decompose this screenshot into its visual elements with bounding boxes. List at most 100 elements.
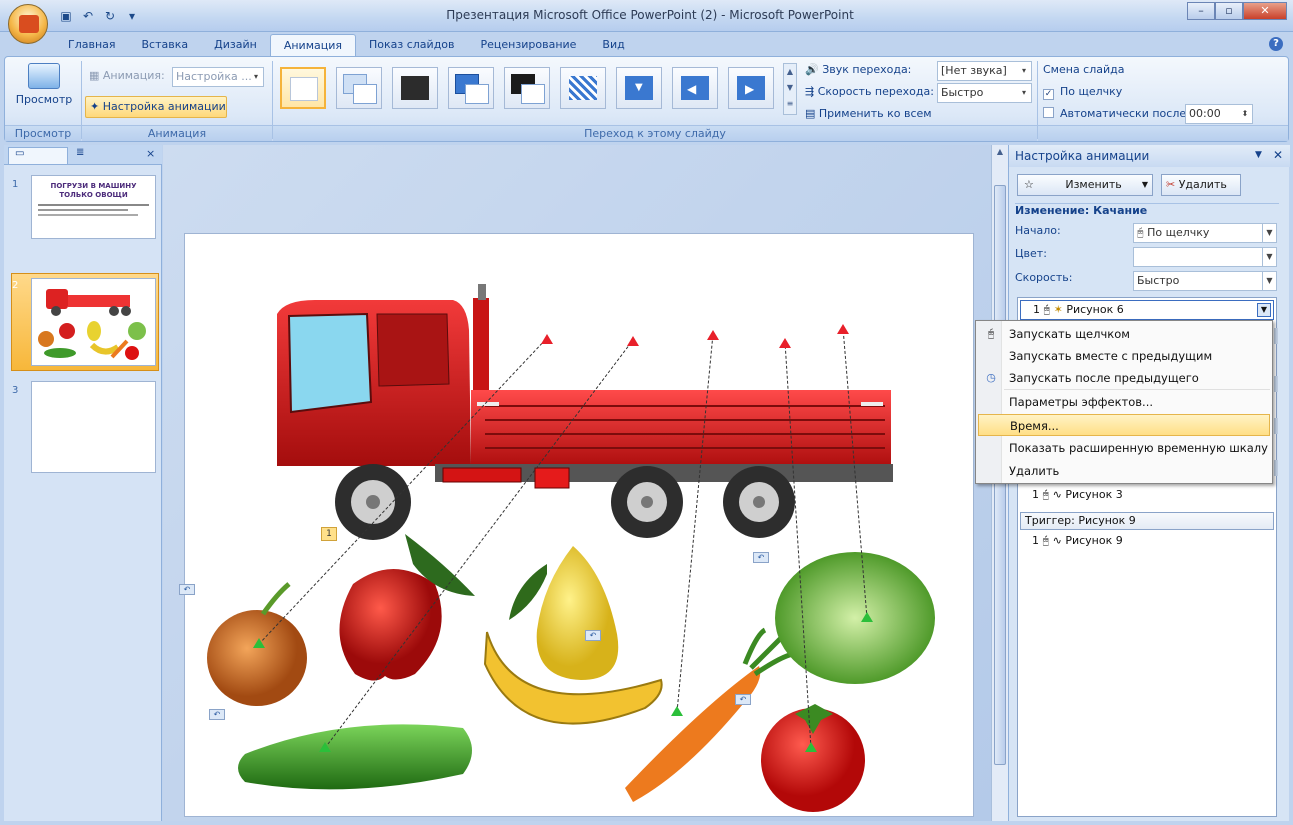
tab-4[interactable]: Показ слайдов — [356, 34, 468, 56]
custom-animation-button[interactable]: ✦ Настройка анимации — [85, 96, 227, 118]
chevron-down-icon: ▾ — [1021, 66, 1026, 75]
color-combo[interactable]: ▼ — [1133, 247, 1277, 267]
menu-item-label: Запускать после предыдущего — [1009, 371, 1199, 385]
menu-item[interactable]: Удалить — [978, 460, 1270, 482]
chevron-down-icon[interactable]: ▼ — [1257, 303, 1271, 317]
redo-icon[interactable]: ↻ — [102, 8, 118, 24]
task-pane-header: Настройка анимации — [1009, 145, 1290, 167]
trigger-icon[interactable]: ↶ — [585, 630, 601, 641]
delete-icon: ✂ — [1166, 178, 1179, 191]
menu-item-label: Параметры эффектов... — [1009, 395, 1154, 409]
trigger-icon[interactable]: ↶ — [179, 584, 195, 595]
trigger-icon[interactable]: ↶ — [209, 709, 225, 720]
advance-title: Смена слайда — [1043, 63, 1125, 76]
transition-fade-thumb[interactable] — [336, 67, 382, 109]
maximize-button[interactable]: ▫ — [1215, 2, 1243, 20]
transition-fade-black-thumb[interactable] — [392, 67, 438, 109]
close-button[interactable]: ✕ — [1243, 2, 1287, 20]
menu-item[interactable]: Показать расширенную временную шкалу — [978, 437, 1270, 459]
star-icon: ☆ — [1024, 178, 1038, 191]
path-end-markers — [541, 324, 849, 348]
apply-all-button[interactable]: ▤ Применить ко всем — [805, 107, 932, 120]
menu-item[interactable]: ◷ Запускать после предыдущего — [978, 367, 1270, 389]
menu-item[interactable]: Запускать вместе с предыдущим — [978, 345, 1270, 367]
transition-none-thumb[interactable] — [280, 67, 326, 109]
slide-number: 2 — [12, 280, 19, 291]
animation-list-item[interactable]: 1 🖰 ∿ Рисунок 9 — [1020, 532, 1274, 552]
on-click-checkbox[interactable]: ✓ По щелчку — [1043, 85, 1122, 100]
close-pane-icon[interactable]: ✕ — [1273, 148, 1283, 162]
slides-tab[interactable]: ▭ — [8, 147, 68, 164]
gallery-scroll[interactable]: ▲ ▼ ≡ — [783, 63, 797, 115]
tab-1[interactable]: Вставка — [129, 34, 202, 56]
trigger-icon[interactable]: ↶ — [753, 552, 769, 563]
color-label: Цвет: — [1015, 247, 1047, 260]
tab-5[interactable]: Рецензирование — [468, 34, 590, 56]
onion-image[interactable] — [207, 610, 307, 706]
truck-image[interactable] — [277, 284, 893, 540]
slide-thumbnail-2[interactable] — [31, 278, 156, 366]
outline-tab[interactable]: ≣ — [70, 147, 130, 164]
auto-advance-time[interactable]: 00:00 ⬍ — [1185, 104, 1253, 124]
pane-menu-icon[interactable]: ▼ — [1255, 150, 1262, 160]
quick-access-toolbar: ▣ ↶ ↻ ▾ — [58, 8, 140, 26]
slide-thumbnail-3[interactable] — [31, 381, 156, 473]
transition-wipe-left-thumb[interactable]: ◀ — [672, 67, 718, 109]
tab-0[interactable]: Главная — [55, 34, 129, 56]
transition-wipe-down-thumb[interactable]: ▼ — [616, 67, 662, 109]
trigger-icon[interactable]: ↶ — [735, 694, 751, 705]
chevron-down-icon: ▼ — [1141, 180, 1148, 189]
transition-wipe-right-thumb[interactable]: ▶ — [728, 67, 774, 109]
preview-button[interactable]: Просмотр — [13, 63, 75, 106]
tab-3[interactable]: Анимация — [269, 34, 356, 56]
menu-separator — [1004, 389, 1270, 390]
close-panel-icon[interactable]: × — [146, 147, 155, 160]
animation-icon: ▦ — [89, 69, 103, 82]
text-line — [38, 209, 128, 211]
trigger-header[interactable]: Триггер: Рисунок 9 — [1020, 512, 1274, 530]
start-combo[interactable]: 🖰 По щелчку ▼ — [1133, 223, 1277, 243]
motion-path-icon: ∿ — [1052, 488, 1066, 501]
sound-combo[interactable]: [Нет звука] ▾ — [937, 61, 1032, 81]
transition-dissolve-thumb[interactable] — [560, 67, 606, 109]
animation-combo[interactable]: Настройка ... ▾ — [172, 67, 264, 87]
animation-list-item[interactable]: 1 🖰 ✶ Рисунок 6 ▼ — [1020, 300, 1274, 320]
chevron-down-icon: ▼ — [1262, 272, 1276, 290]
hidden-row-edge — [1274, 460, 1278, 476]
apple-image[interactable] — [339, 569, 442, 681]
pear-image[interactable] — [536, 546, 619, 680]
transition-cut-thumb[interactable] — [448, 67, 494, 109]
qat-dropdown-icon[interactable]: ▾ — [124, 8, 140, 24]
tab-6[interactable]: Вид — [589, 34, 637, 56]
menu-item[interactable]: 🖰 Запускать щелчком — [978, 323, 1270, 345]
sound-icon: 🔊 — [805, 63, 823, 76]
slides-tab-icon: ▭ — [15, 148, 25, 159]
motion-path-icon: ∿ — [1052, 534, 1066, 547]
delete-button[interactable]: ✂ Удалить — [1161, 174, 1241, 196]
minimize-button[interactable]: – — [1187, 2, 1215, 20]
auto-advance-checkbox[interactable]: Автоматически после: — [1043, 107, 1190, 120]
section-heading: Изменение: Качание — [1015, 204, 1148, 217]
undo-icon[interactable]: ↶ — [80, 8, 96, 24]
office-button[interactable] — [8, 4, 48, 44]
animation-order-badge[interactable]: 1 — [321, 527, 337, 541]
speed-combo[interactable]: Быстро ▼ — [1133, 271, 1277, 291]
scroll-up-icon[interactable]: ▲ — [994, 147, 1006, 157]
slide-2-preview — [38, 289, 146, 360]
cabbage-image[interactable] — [775, 552, 935, 684]
speed-combo[interactable]: Быстро ▾ — [937, 83, 1032, 103]
mouse-click-icon: 🖰 — [1039, 534, 1053, 547]
sound-label: 🔊 Звук перехода: — [805, 63, 912, 76]
animation-list-item[interactable]: 1 🖰 ∿ Рисунок 3 — [1020, 486, 1274, 506]
help-icon[interactable]: ? — [1269, 37, 1283, 51]
tab-2[interactable]: Дизайн — [201, 34, 270, 56]
change-button[interactable]: ☆ Изменить ▼ — [1017, 174, 1153, 196]
menu-item[interactable]: Параметры эффектов... — [978, 391, 1270, 413]
cucumber-image[interactable] — [238, 724, 472, 790]
preview-icon — [28, 63, 60, 89]
save-icon[interactable]: ▣ — [58, 8, 74, 24]
slide-thumbnail-1[interactable]: ПОГРУЗИ В МАШИНУ ТОЛЬКО ОВОЩИ — [31, 175, 156, 239]
clock-icon: ◷ — [986, 371, 996, 384]
menu-item[interactable]: Время... — [978, 414, 1270, 436]
transition-cut-black-thumb[interactable] — [504, 67, 550, 109]
